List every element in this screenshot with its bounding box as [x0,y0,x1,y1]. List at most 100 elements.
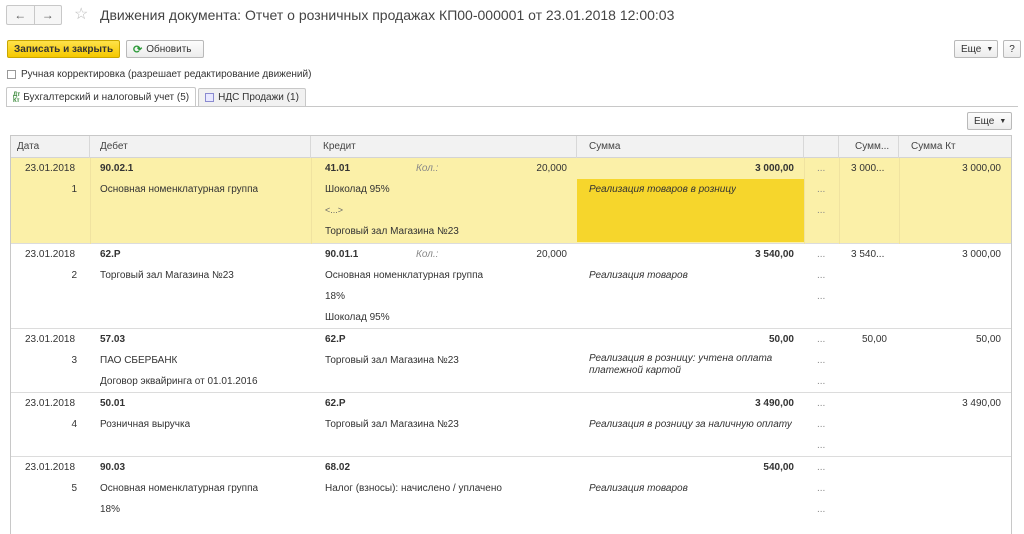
cell-credit-subconto-1: Шоколад 95% [325,184,390,195]
cell-content: Реализация в розницу: учтена оплата плат… [589,353,773,376]
chevron-down-icon: ▼ [999,117,1007,125]
cell-debit-subconto-1: ПАО СБЕРБАНК [100,355,178,366]
cell-credit-subconto-1: Налог (взносы): начислено / уплачено [325,483,502,494]
cell-dots: ... [817,334,826,345]
cell-credit-subconto-2: <...> [325,205,344,215]
cell-sum: 50,00 [768,334,794,345]
register-icon [205,93,215,102]
cell-debit-account: 90.02.1 [100,163,134,174]
cell-dots: ... [817,205,826,216]
cell-debit-subconto-1: Основная номенклатурная группа [100,184,259,195]
cell-date: 23.01.2018 [25,334,76,345]
navigation-group: ← → [6,5,62,25]
cell-debit-account: 50.01 [100,398,126,409]
cell-content: Реализация товаров в розницу [589,184,737,195]
header-sum[interactable]: Сумма [577,136,804,158]
cell-dots: ... [817,355,826,366]
grid-more-label: Еще [974,115,995,127]
header-blank [804,136,839,158]
column-divider [804,158,805,244]
table-row[interactable]: 23.01.2018 3 57.03 ПАО СБЕРБАНК Договор … [11,329,1011,393]
title-bar: ← → ☆ Движения документа: Отчет о рознич… [0,0,1024,34]
cell-credit-qty: 20,000 [536,249,567,260]
tab-vat-sales-label: НДС Продажи (1) [218,92,299,103]
cell-credit-account: 62.Р [325,398,346,409]
save-and-close-button[interactable]: Записать и закрыть [7,40,120,58]
cell-dots: ... [817,440,826,451]
help-button[interactable]: ? [1003,40,1021,58]
cell-dots: ... [817,419,826,430]
toolbar: Записать и закрыть ⟳ Обновить Еще ▼ ? [0,40,1024,62]
cell-debit-subconto-2: Договор эквайринга от 01.01.2016 [100,376,258,387]
cell-credit-qty-label: Кол.: [416,163,439,174]
cell-sum-kt: 50,00 [975,334,1001,345]
tab-accounting[interactable]: Дт Кт Бухгалтерский и налоговый учет (5) [6,87,197,107]
cell-debit-subconto-2: 18% [100,504,121,515]
tab-divider [6,106,1018,107]
column-divider [839,158,840,244]
cell-dots: ... [817,398,826,409]
column-divider [90,158,91,244]
cell-debit-subconto-1: Розничная выручка [100,419,191,430]
window-title: Движения документа: Отчет о розничных пр… [100,7,675,23]
cell-date: 23.01.2018 [25,163,76,174]
table-header: Дата Дебет Кредит Сумма Сумм... Сумма Кт [11,136,1011,158]
forward-arrow-icon[interactable]: → [33,6,62,24]
cell-row-number: 1 [71,184,77,195]
cell-sum: 3 490,00 [755,398,794,409]
table-row[interactable]: 23.01.2018 4 50.01 Розничная выручка 62.… [11,393,1011,457]
cell-dots: ... [817,184,826,195]
cell-row-number: 4 [71,419,77,430]
cell-sum: 3 540,00 [755,249,794,260]
cell-sum-kt: 3 490,00 [962,398,1001,409]
cell-dots: ... [817,249,826,260]
cell-credit-account: 90.01.1 [325,249,359,260]
cell-row-number: 5 [71,483,77,494]
tabs: Дт Кт Бухгалтерский и налоговый учет (5) … [6,87,308,108]
header-debit[interactable]: Дебет [90,136,311,158]
manual-correction-label: Ручная корректировка (разрешает редактир… [21,68,312,80]
table-row[interactable]: 23.01.2018 5 90.03 Основная номенклатурн… [11,457,1011,534]
cell-debit-account: 62.Р [100,249,121,260]
refresh-button[interactable]: ⟳ Обновить [126,40,204,58]
cell-credit-subconto-2: 18% [325,291,346,302]
cell-content: Реализация товаров [589,270,688,281]
cell-row-number: 2 [71,270,77,281]
cell-dots: ... [817,163,826,174]
more-menu-button[interactable]: Еще ▼ [954,40,998,58]
manual-correction-option[interactable]: Ручная корректировка (разрешает редактир… [7,67,311,81]
cell-row-number: 3 [71,355,77,366]
cell-date: 23.01.2018 [25,398,76,409]
table-row[interactable]: 23.01.2018 1 90.02.1 Основная номенклату… [11,158,1011,244]
entries-table: Дата Дебет Кредит Сумма Сумм... Сумма Кт… [10,135,1012,534]
cell-sum-kt: 3 000,00 [962,249,1001,260]
manual-correction-checkbox[interactable] [7,69,16,79]
back-arrow-icon[interactable]: ← [7,6,34,24]
header-credit[interactable]: Кредит [311,136,577,158]
cell-credit-subconto-1: Торговый зал Магазина №23 [325,419,459,430]
favorite-star-icon[interactable]: ☆ [74,4,88,24]
cell-sum: 3 000,00 [755,163,794,174]
tab-vat-sales[interactable]: НДС Продажи (1) [198,88,306,106]
cell-credit-qty: 20,000 [536,163,567,174]
cell-dots: ... [817,504,826,515]
cell-sum-dt: 3 540... [851,249,885,260]
cell-dots: ... [817,462,826,473]
cell-sum-kt: 3 000,00 [962,163,1001,174]
header-sum-kt[interactable]: Сумма Кт [899,136,1011,158]
cell-debit-subconto-1: Торговый зал Магазина №23 [100,270,234,281]
cell-debit-subconto-1: Основная номенклатурная группа [100,483,259,494]
column-divider [311,158,312,244]
more-menu-label: Еще [961,43,982,55]
cell-content: Реализация в розницу за наличную оплату [589,419,792,430]
cell-sum-dt: 3 000... [851,163,885,174]
cell-debit-account: 57.03 [100,334,126,345]
header-date[interactable]: Дата [11,136,90,158]
grid-more-button[interactable]: Еще ▼ [967,112,1012,130]
table-row[interactable]: 23.01.2018 2 62.Р Торговый зал Магазина … [11,244,1011,329]
cell-debit-account: 90.03 [100,462,126,473]
header-sum-dt[interactable]: Сумм... [839,136,899,158]
tab-accounting-label: Бухгалтерский и налоговый учет (5) [23,92,190,103]
cell-sum: 540,00 [763,462,794,473]
refresh-label: Обновить [146,43,192,55]
